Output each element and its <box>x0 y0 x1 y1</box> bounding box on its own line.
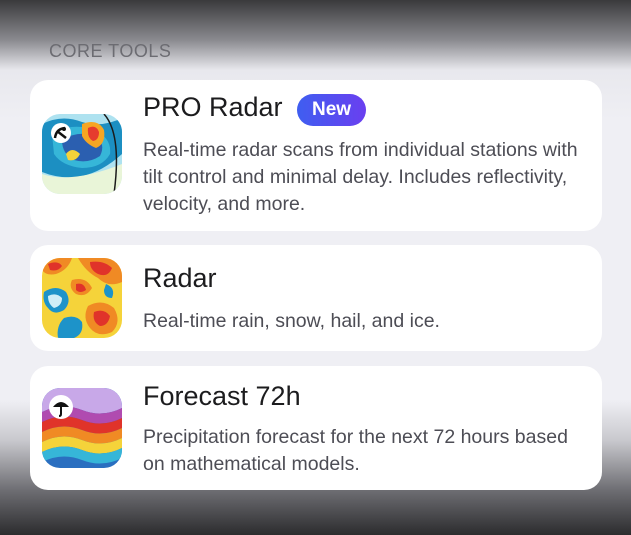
tool-title: PRO Radar <box>143 92 283 122</box>
forecast-umbrella-icon <box>42 388 122 468</box>
tool-card-pro-radar[interactable]: PRO Radar New Real-time radar scans from… <box>30 80 602 231</box>
tool-title: Forecast 72h <box>143 381 301 411</box>
tool-description: Precipitation forecast for the next 72 h… <box>143 426 568 475</box>
new-badge: New <box>297 94 367 126</box>
pro-radar-map-icon <box>42 114 122 194</box>
tool-description: Real-time radar scans from individual st… <box>143 139 578 215</box>
section-header-core-tools: CORE TOOLS <box>49 41 172 61</box>
tool-description: Real-time rain, snow, hail, and ice. <box>143 310 440 332</box>
tool-title: Radar <box>143 263 217 293</box>
radar-heatmap-icon <box>42 258 122 338</box>
tool-card-radar[interactable]: Radar Real-time rain, snow, hail, and ic… <box>30 245 602 351</box>
tool-card-forecast-72h[interactable]: Forecast 72h Precipitation forecast for … <box>30 366 602 490</box>
